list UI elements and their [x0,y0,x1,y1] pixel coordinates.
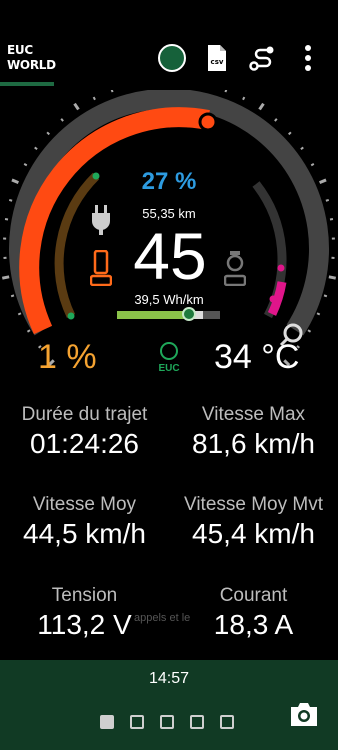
csv-file-icon[interactable]: csv [206,44,228,72]
clock: 14:57 [148,670,190,687]
gauge-tick [60,118,64,122]
gauge-tick [307,329,312,333]
avg-moving-speed-stat: Vitesse Moy Mvt 45,4 km/h [169,494,338,550]
page-dot[interactable] [160,715,174,729]
gauge-tick [92,96,96,101]
gauge-tick [300,146,304,151]
max-speed-stat: Vitesse Max 81,6 km/h [169,404,338,460]
avg-speed-stat: Vitesse Moy 44,5 km/h [0,494,169,550]
temperature-marker [277,264,285,272]
gauge-tick [325,198,330,202]
gauge-tick [258,102,265,111]
gauge-tick [316,312,321,316]
max-speed-value: 81,6 km/h [192,428,315,459]
more-vert-icon[interactable] [299,44,317,72]
euc-status[interactable]: EUC [152,342,186,382]
consumption-bar [117,307,220,321]
euc-status-icon [160,342,178,360]
battery-marker [92,172,100,180]
gauge-tick [1,275,10,280]
trip-duration-value: 01:24:26 [30,428,139,459]
gauge-tick [26,329,31,333]
gauge-tick [323,294,328,298]
gauge-tick [10,294,15,298]
max-speed-label: Vitesse Max [201,404,306,425]
page-dot[interactable] [190,715,204,729]
csv-label: csv [211,58,224,66]
avg-moving-speed-label: Vitesse Moy Mvt [183,494,324,515]
logo-line-1: EUC [7,43,33,57]
gauge-tick [224,90,228,93]
current-speed: 45 [133,219,207,293]
logo-underline [0,82,54,86]
battery-min-marker [67,312,75,320]
consumption-bar-knob [182,307,196,321]
gauge-tick [11,178,19,185]
gauge-tick [288,131,292,136]
gauge-tick [110,90,114,93]
gauge-tick [319,178,327,185]
gauge-tick [34,146,38,151]
temperature-marker-2 [269,295,277,303]
euc-world-logo: EUC WORLD [7,43,56,73]
bottom-bar: 14:57 [0,660,338,750]
avg-speed-value: 44,5 km/h [23,518,146,549]
euc-status-label: EUC [158,363,180,374]
trip-duration-label: Durée du trajet [21,404,148,425]
wheel-temperature: 34 °C [214,338,300,376]
current-value: 18,3 A [213,609,294,640]
phone-battery-icon [90,250,112,286]
gauge-tick [274,118,278,122]
energy-consumption: 39,5 Wh/km [134,292,204,307]
route-icon[interactable] [248,44,276,72]
avg-moving-speed-value: 45,4 km/h [192,518,315,549]
camera-icon[interactable] [288,700,320,728]
current-stat: Courant 18,3 A [169,585,338,641]
connection-status-icon[interactable] [158,44,186,72]
gauge-tick [310,163,315,167]
battery-center-percent: 27 % [141,168,197,195]
page-dot[interactable] [220,715,234,729]
gauge-tick [73,102,80,111]
charger-plug-icon [92,205,110,235]
max-speed-marker [198,112,218,132]
page-dot[interactable] [130,715,144,729]
gauge-tick [8,198,13,202]
gauge-tick [23,163,28,167]
logo-line-2: WORLD [7,58,56,72]
trip-duration-stat: Durée du trajet 01:24:26 [0,404,169,460]
voltage-label: Tension [51,585,118,606]
top-app-bar: EUC WORLD csv [0,0,338,88]
current-label: Courant [219,585,288,606]
wheel-battery-percent: 1 % [38,338,97,376]
page-dot[interactable] [100,715,114,729]
battery-arc [54,172,100,318]
consumption-bar-fill [117,311,185,319]
gauge-tick [17,312,22,316]
gauge-tick [46,131,50,136]
gauge-tick [328,275,337,280]
gauge-tick [242,96,246,101]
avg-speed-label: Vitesse Moy [32,494,137,515]
